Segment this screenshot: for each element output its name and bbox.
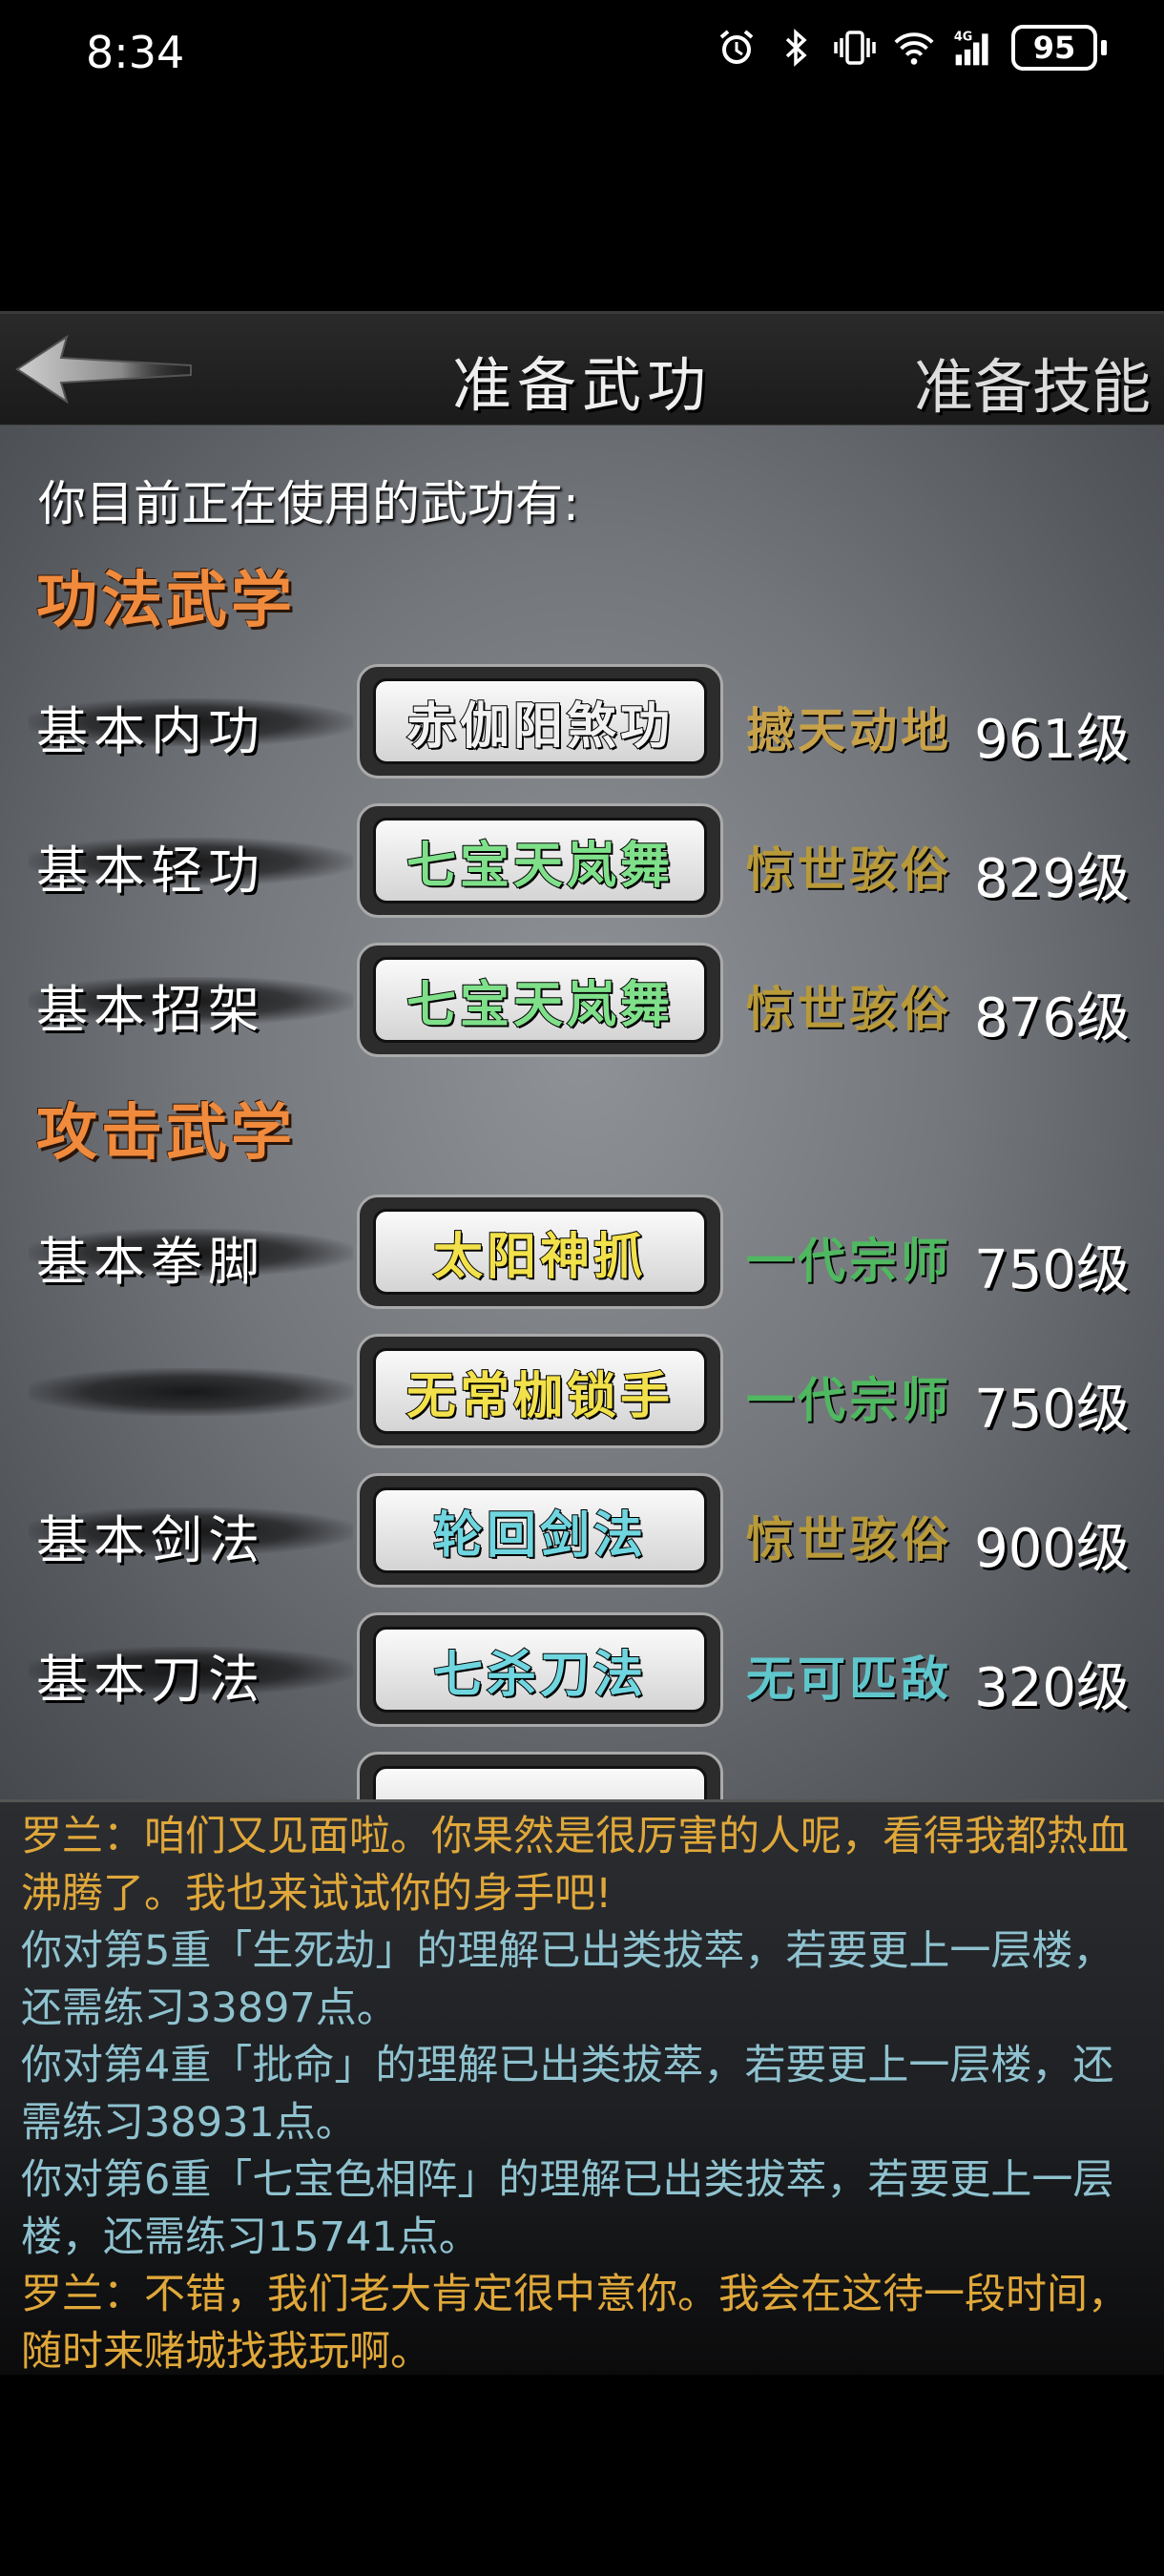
- skill-level: 320级: [974, 1657, 1130, 1719]
- skill-row: 基本剑法 轮回剑法 惊世骇俗 900级: [0, 1473, 1164, 1588]
- skill-level: 900级: [974, 1518, 1130, 1580]
- skill-button[interactable]: 无常枷锁手: [357, 1334, 723, 1448]
- prepare-skills-tab[interactable]: 准备技能: [914, 339, 1151, 425]
- slot-label: 基本剑法: [36, 1510, 265, 1570]
- skill-button[interactable]: 赤伽阳煞功: [357, 664, 723, 779]
- skill-level: 829级: [974, 848, 1130, 910]
- log-line: 罗兰：不错，我们老大肯定很中意你。我会在这待一段时间，随时来赌城找我玩啊。: [21, 2271, 1129, 2375]
- status-time: 8:34: [86, 27, 185, 78]
- skill-row: 基本招架 七宝天岚舞 惊世骇俗 876级: [0, 943, 1164, 1057]
- log-line: 你对第4重「批命」的理解已出类拔萃，若要更上一层楼，还需练习38931点。: [21, 2042, 1114, 2147]
- skill-button[interactable]: 七宝天岚舞: [357, 803, 723, 918]
- skill-name: 轮回剑法: [432, 1506, 647, 1566]
- cellular-signal-icon: 4G: [952, 27, 994, 69]
- skill-button-face: 无常枷锁手: [373, 1348, 707, 1434]
- message-log-content: 罗兰：咱们又见面啦。你果然是很厉害的人呢，看得我都热血沸腾了。我也来试试你的身手…: [0, 1802, 1164, 2375]
- slot-label: 基本刀法: [36, 1650, 265, 1710]
- skill-button-face: 轮回剑法: [373, 1487, 707, 1573]
- skill-button-face: 赤伽阳煞功: [373, 678, 707, 764]
- battery-level: 95: [1032, 30, 1076, 66]
- network-type: 4G: [954, 31, 972, 45]
- battery-icon: 95: [1011, 25, 1097, 71]
- wifi-icon: [893, 27, 935, 69]
- skill-rank: 撼天动地: [746, 702, 952, 758]
- martial-arts-panel: 你目前正在使用的武功有: 功法武学 基本内功 赤伽阳煞功 撼天动地 961级 基…: [0, 426, 1164, 1799]
- alarm-icon: [716, 27, 758, 69]
- bluetooth-icon: [775, 27, 817, 69]
- skill-name: 赤伽阳煞功: [405, 696, 674, 757]
- skill-button-partial[interactable]: [357, 1752, 723, 1799]
- skill-rank: 惊世骇俗: [746, 981, 952, 1037]
- skill-button[interactable]: 七杀刀法: [357, 1612, 723, 1727]
- log-line: 你对第6重「七宝色相阵」的理解已出类拔萃，若要更上一层楼，还需练习15741点。: [21, 2156, 1114, 2261]
- skill-row: 基本内功 赤伽阳煞功 撼天动地 961级: [0, 664, 1164, 779]
- brush-stroke: [29, 1368, 353, 1416]
- skill-rank: 一代宗师: [746, 1372, 952, 1428]
- top-bar: 准备武功 准备技能: [0, 311, 1164, 428]
- slot-label: 基本内功: [36, 701, 265, 761]
- skill-button-face: [373, 1766, 707, 1799]
- log-line: 罗兰：咱们又见面啦。你果然是很厉害的人呢，看得我都热血沸腾了。我也来试试你的身手…: [21, 1813, 1129, 1918]
- battery-tip: [1101, 40, 1107, 55]
- skill-row: 基本轻功 七宝天岚舞 惊世骇俗 829级: [0, 803, 1164, 918]
- skill-name: 太阳神抓: [432, 1227, 647, 1287]
- skill-level: 961级: [974, 709, 1130, 771]
- skill-row: 基本刀法 七杀刀法 无可匹敌 320级: [0, 1612, 1164, 1727]
- skill-level: 876级: [974, 987, 1130, 1049]
- skill-button[interactable]: 轮回剑法: [357, 1473, 723, 1588]
- skill-level: 750级: [974, 1239, 1130, 1301]
- intro-text: 你目前正在使用的武功有:: [38, 476, 579, 531]
- skill-button-face: 七杀刀法: [373, 1627, 707, 1713]
- skill-button-face: 七宝天岚舞: [373, 957, 707, 1043]
- skill-rank: 惊世骇俗: [746, 841, 952, 898]
- skill-name: 无常枷锁手: [405, 1366, 674, 1426]
- slot-label: 基本拳脚: [36, 1232, 265, 1292]
- vibrate-icon: [834, 27, 876, 69]
- message-log[interactable]: 罗兰：咱们又见面啦。你果然是很厉害的人呢，看得我都热血沸腾了。我也来试试你的身手…: [0, 1799, 1164, 2375]
- skill-name: 七杀刀法: [432, 1645, 647, 1705]
- section-title-attack: 攻击武学: [36, 1097, 296, 1169]
- skill-row: 基本拳脚 太阳神抓 一代宗师 750级: [0, 1195, 1164, 1309]
- skill-level: 750级: [974, 1379, 1130, 1441]
- skill-button-face: 太阳神抓: [373, 1209, 707, 1295]
- skill-rank: 无可匹敌: [746, 1651, 952, 1707]
- slot-label: 基本轻功: [36, 841, 265, 901]
- skill-button[interactable]: 七宝天岚舞: [357, 943, 723, 1057]
- slot-label: 基本招架: [36, 980, 265, 1040]
- log-line: 你对第5重「生死劫」的理解已出类拔萃，若要更上一层楼，还需练习33897点。: [21, 1927, 1114, 2032]
- section-title-neigong: 功法武学: [36, 565, 296, 636]
- status-bar: 8:34 4G 95: [0, 0, 1164, 105]
- status-icons: 4G 95: [716, 25, 1107, 71]
- skill-row: 无常枷锁手 一代宗师 750级: [0, 1334, 1164, 1448]
- skill-name: 七宝天岚舞: [405, 836, 674, 896]
- skill-button[interactable]: 太阳神抓: [357, 1195, 723, 1309]
- skill-rank: 一代宗师: [746, 1233, 952, 1289]
- skill-button-face: 七宝天岚舞: [373, 818, 707, 904]
- skill-rank: 惊世骇俗: [746, 1511, 952, 1568]
- skill-name: 七宝天岚舞: [405, 975, 674, 1035]
